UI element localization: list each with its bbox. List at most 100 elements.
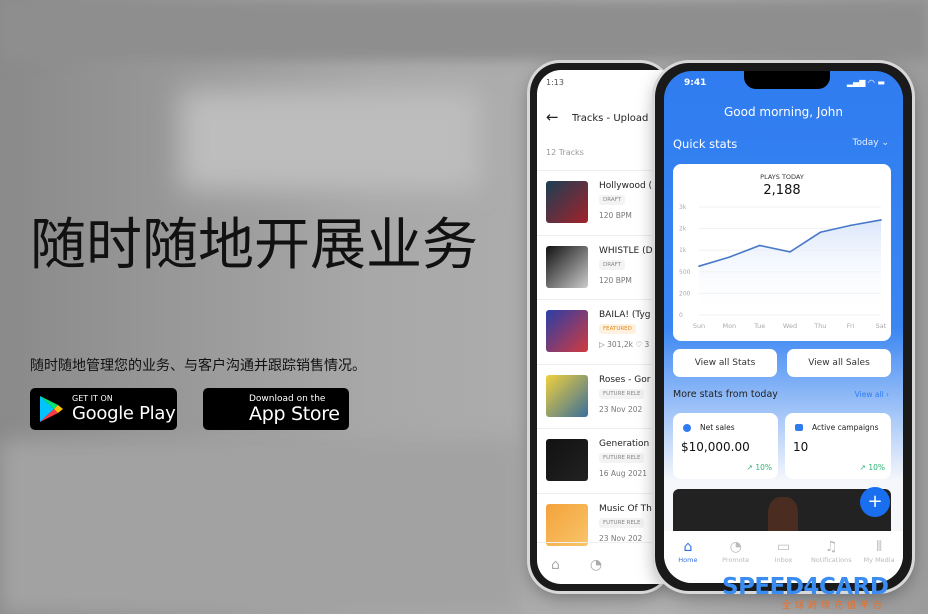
x-tick-label: Sun <box>693 322 705 330</box>
data-point <box>880 219 882 221</box>
track-status-badge: FUTURE RELE <box>599 453 645 463</box>
x-tick-label: Fri <box>847 322 855 330</box>
x-tick-label: Mon <box>722 322 736 330</box>
tracks-phone: 1:13 ← Tracks - Upload 12 Tracks Hollywo… <box>530 63 677 591</box>
net-sales-value: $10,000.00 <box>681 440 750 454</box>
track-artwork <box>546 245 588 288</box>
promote-icon: ◔ <box>729 539 742 555</box>
y-tick-label: 3k <box>679 204 687 211</box>
nav-label: Inbox <box>774 556 793 564</box>
net-sales-change: ↗ 10% <box>746 463 772 472</box>
tracks-title: Tracks - Upload <box>572 113 649 124</box>
nav-item-home[interactable]: ⌂ Home <box>665 539 711 583</box>
net-sales-label: Net sales <box>700 423 735 432</box>
back-arrow-icon[interactable]: ← <box>546 108 559 126</box>
x-tick-label: Tue <box>753 322 765 330</box>
view-all-link[interactable]: View all › <box>855 390 889 399</box>
track-status-badge: DRAFT <box>599 259 626 270</box>
campaigns-label: Active campaigns <box>812 423 879 432</box>
promote-icon[interactable]: ◔ <box>590 557 602 573</box>
campaign-icon <box>795 424 803 431</box>
media-icon: ⫴ <box>876 539 883 555</box>
track-status-badge: DRAFT <box>599 195 626 205</box>
nav-label: My Media <box>863 556 895 564</box>
view-all-text: View all <box>854 390 884 399</box>
track-artwork <box>546 439 588 481</box>
nav-label: Notifications <box>810 556 852 564</box>
track-meta: ▷ 301,2k ♡ 3 <box>599 340 650 349</box>
tracks-count: 12 Tracks <box>546 148 584 157</box>
watermark-logo: SPEED4CARD <box>722 574 889 600</box>
view-all-stats-button[interactable]: View all Stats <box>673 349 777 377</box>
notch <box>744 71 830 89</box>
data-point <box>698 265 700 267</box>
view-all-sales-button[interactable]: View all Sales <box>787 349 891 377</box>
nav-label: Promote <box>722 556 750 564</box>
app-store-button[interactable]: Download on the App Store <box>203 388 349 430</box>
track-meta: 23 Nov 202 <box>599 404 643 414</box>
x-tick-label: Wed <box>783 322 797 330</box>
watermark-tagline: 全球跨境充值平台 <box>782 601 887 611</box>
active-campaigns-card[interactable]: Active campaigns 10 ↗ 10% <box>785 413 891 479</box>
data-point <box>728 256 731 258</box>
track-meta: 120 BPM <box>599 275 632 285</box>
hero-subtitle: 随时随地管理您的业务、与客户沟通并跟踪销售情况。 <box>30 358 366 374</box>
home-icon[interactable]: ⌂ <box>551 557 560 573</box>
inbox-icon: ▭ <box>776 539 791 555</box>
track-artwork <box>546 181 588 223</box>
campaigns-value: 10 <box>793 440 809 454</box>
period-value: Today <box>852 138 879 148</box>
data-point <box>758 244 761 247</box>
y-tick-label: 0 <box>679 312 683 319</box>
home-icon: ⌂ <box>683 539 693 555</box>
google-big-text: Google Play <box>72 403 176 424</box>
add-button[interactable]: + <box>860 487 890 517</box>
track-artwork <box>546 503 588 546</box>
more-stats-heading: More stats from today <box>673 389 778 400</box>
track-status-badge: FEATURED <box>599 324 636 334</box>
track-meta: 16 Aug 2021 <box>599 469 648 478</box>
dollar-icon <box>683 424 691 432</box>
y-tick-label: 500 <box>679 269 691 276</box>
chevron-down-icon: ⌄ <box>881 138 889 148</box>
plays-value: 2,188 <box>763 183 801 198</box>
plays-chart: 0 200 500 1k 2k 3k Sun Mon Tue Wed Thu Fri Sat <box>679 204 887 330</box>
google-play-button[interactable]: GET IT ON Google Play <box>30 388 177 430</box>
status-time: 1:13 <box>546 78 564 87</box>
chart-area <box>699 219 881 315</box>
hero-title: 随时随地开展业务 <box>30 213 478 278</box>
quick-stats-heading: Quick stats <box>673 137 738 151</box>
y-tick-label: 2k <box>679 226 687 233</box>
track-artwork <box>546 310 588 352</box>
greeting: Good morning, John <box>723 105 844 119</box>
dashboard-phone: 9:41 ▂▄▆ ◠ ▬ Good morning, John Quick st… <box>655 63 912 591</box>
period-dropdown[interactable]: Today ⌄ <box>853 138 889 148</box>
status-icons: ▂▄▆ ◠ ▬ <box>846 78 885 87</box>
bell-icon: ♫ <box>825 539 838 555</box>
y-tick-label: 1k <box>679 247 687 254</box>
track-title: BAILA! (Tyg <box>599 310 651 320</box>
y-tick-label: 200 <box>679 290 691 297</box>
plays-chart-card: PLAYS TODAY 2,188 0 200 500 1k 2k 3k Sun Mon Tue… <box>673 164 891 341</box>
apple-big-text: App Store <box>249 403 340 425</box>
plays-label: PLAYS TODAY <box>760 173 804 181</box>
data-point <box>819 231 822 234</box>
nav-label: Home <box>678 556 698 564</box>
x-tick-label: Sat <box>876 322 887 330</box>
track-artwork <box>546 374 588 417</box>
data-point <box>789 251 791 253</box>
x-tick-label: Thu <box>813 322 826 330</box>
track-meta: 120 BPM <box>599 211 632 220</box>
campaigns-change: ↗ 10% <box>859 463 885 472</box>
track-title: Roses - Gor <box>599 374 651 385</box>
data-point <box>849 224 852 227</box>
track-status-badge: FUTURE RELE <box>599 517 645 528</box>
track-title: Generation <box>599 439 650 449</box>
track-status-badge: FUTURE RELE <box>599 388 645 399</box>
track-title: Music Of Th <box>599 503 652 514</box>
track-title: Hollywood ( <box>599 181 653 191</box>
status-time: 9:41 <box>684 78 707 88</box>
track-title: WHISTLE (D <box>599 245 653 256</box>
net-sales-card[interactable]: Net sales $10,000.00 ↗ 10% <box>673 413 778 479</box>
google-play-icon <box>40 396 63 422</box>
